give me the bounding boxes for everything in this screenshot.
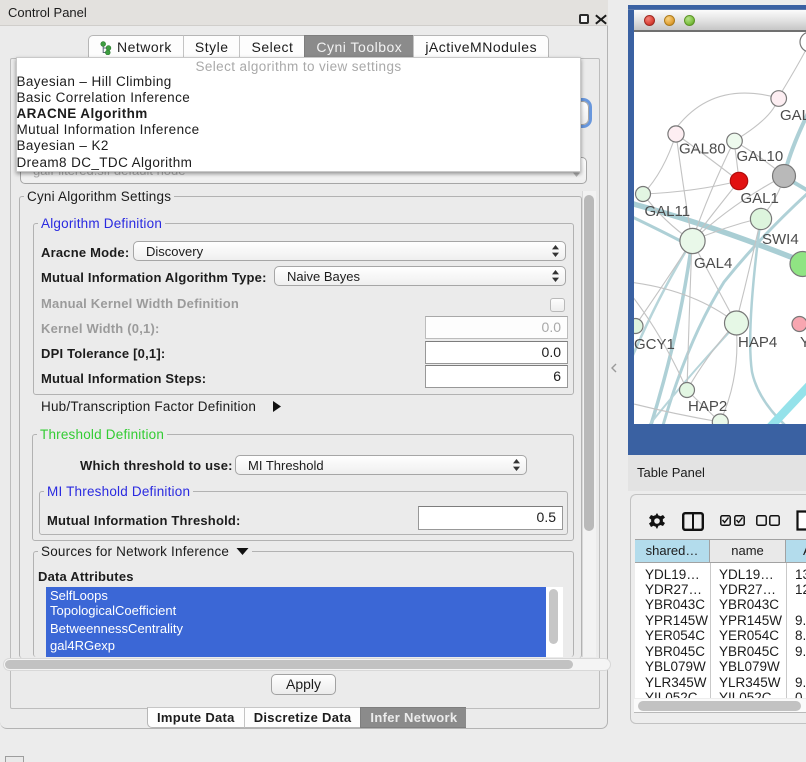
svg-text:GAL7: GAL7 [780,107,806,124]
svg-text:GAL10: GAL10 [737,148,784,165]
svg-text:HAP4: HAP4 [738,334,777,351]
svg-text:GCY1: GCY1 [634,336,675,353]
svg-text:HAP2: HAP2 [688,398,727,415]
svg-text:GAL1: GAL1 [741,190,779,207]
svg-text:GAL4: GAL4 [694,255,732,272]
svg-text:GAL80: GAL80 [679,141,726,158]
svg-text:SWI4: SWI4 [762,231,799,248]
svg-text:YJ: YJ [800,334,806,351]
svg-text:GAL11: GAL11 [645,203,691,220]
